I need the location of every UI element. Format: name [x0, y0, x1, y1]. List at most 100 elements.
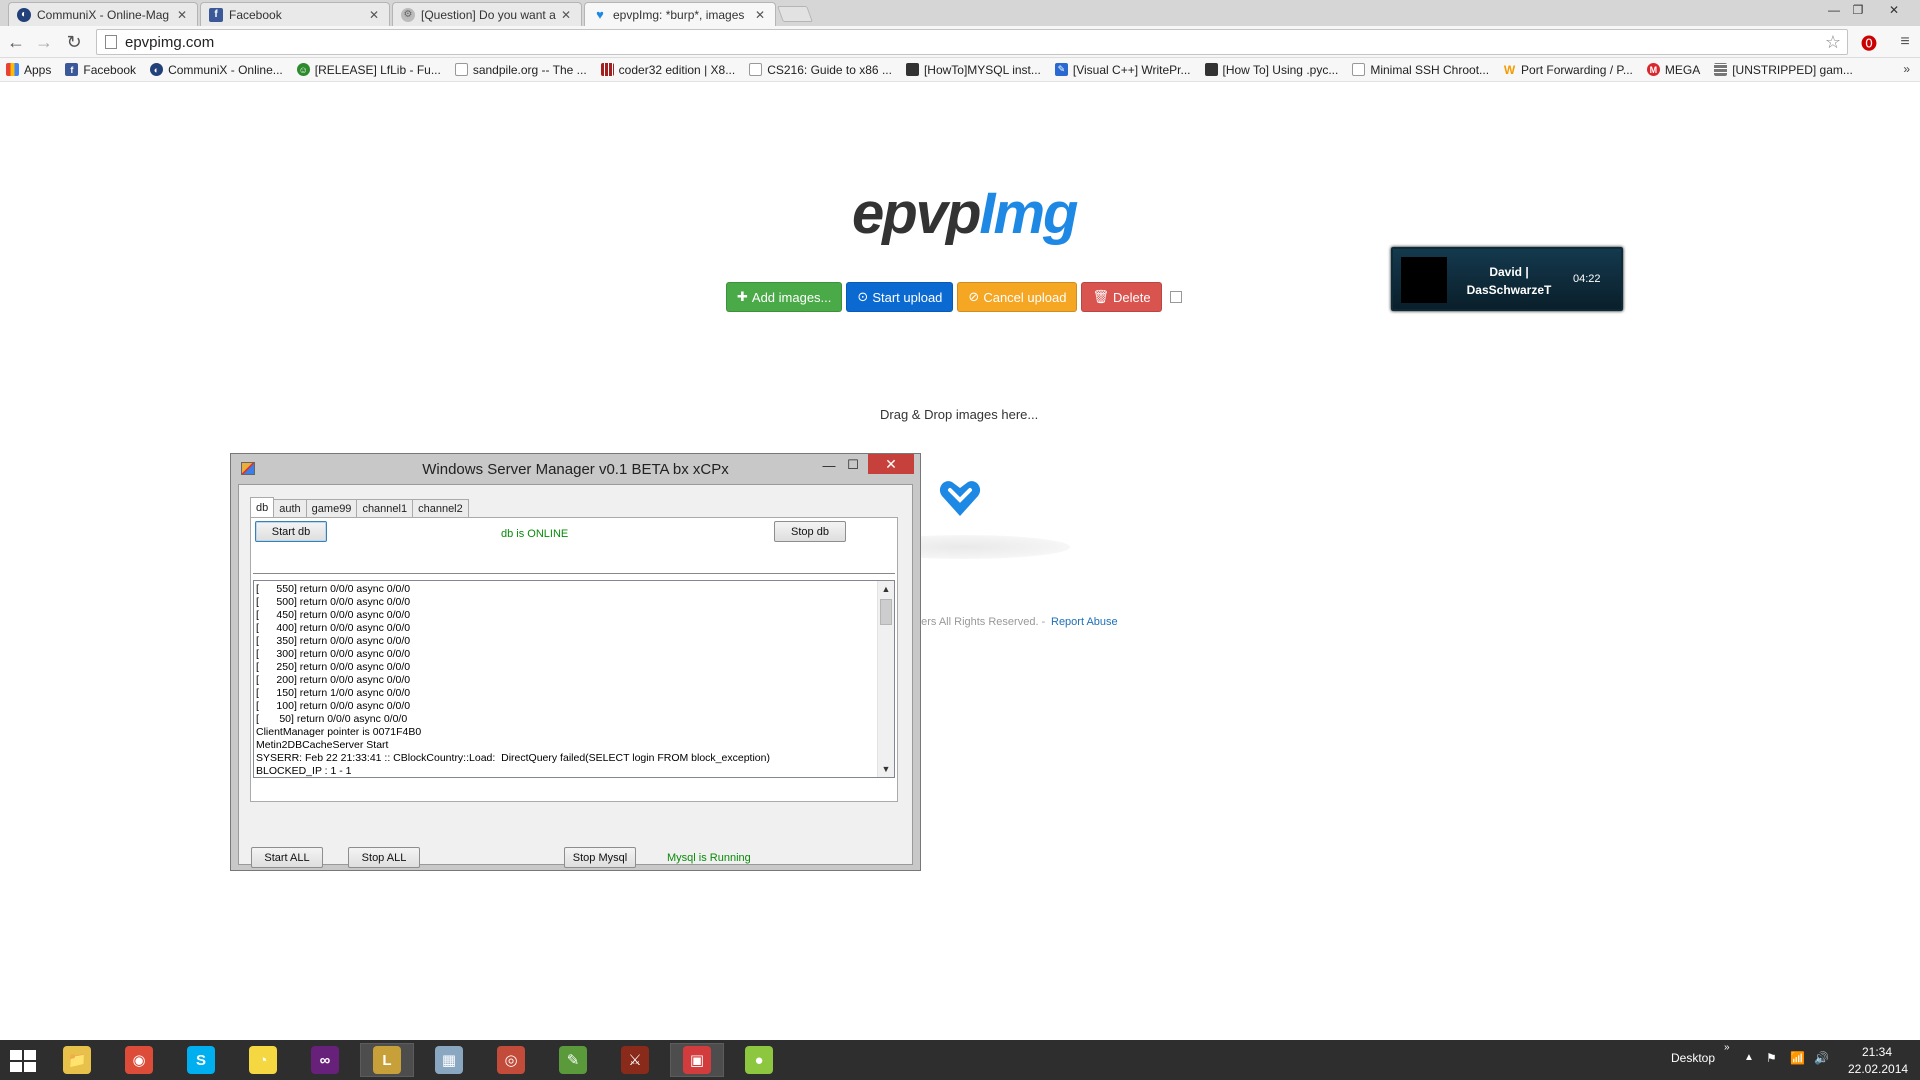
tab-db[interactable]: db [250, 497, 275, 517]
opera-extension-icon[interactable]: ⓿ [1858, 31, 1880, 53]
browser-tab-1[interactable]: ◐ CommuniX - Online-Mag ✕ [8, 2, 198, 26]
page-icon [749, 63, 763, 76]
bookmark-unstripped[interactable]: [UNSTRIPPED] gam... [1714, 63, 1853, 77]
taskbar-app-chrome[interactable]: ◉ [112, 1043, 166, 1077]
volume-icon[interactable]: 🔊 [1814, 1051, 1829, 1065]
taskbar-app-visual-studio[interactable]: ∞ [298, 1043, 352, 1077]
taskbar-app-file-explorer[interactable]: 📁 [50, 1043, 104, 1077]
taskbar-app-metin[interactable]: ⚔ [608, 1043, 662, 1077]
taskbar-app-media[interactable]: ▦ [422, 1043, 476, 1077]
start-db-button[interactable]: Start db [255, 521, 327, 542]
browser-tab-3[interactable]: ⚙ [Question] Do you want a ✕ [392, 2, 582, 26]
close-tab-icon[interactable]: ✕ [561, 8, 573, 22]
w-icon: W [1503, 62, 1516, 77]
taskbar-app-games[interactable]: ◎ [484, 1043, 538, 1077]
browser-tab-4-active[interactable]: ♥ epvpImg: *burp*, images ✕ [584, 2, 776, 26]
bookmark-pyc[interactable]: [How To] Using .pyc... [1204, 63, 1338, 77]
clock-time[interactable]: 21:34 [1862, 1045, 1892, 1059]
window-close-icon[interactable]: ✕ [868, 454, 914, 474]
close-tab-icon[interactable]: ✕ [177, 8, 189, 22]
bookmark-visualcpp[interactable]: ✎ [Visual C++] WritePr... [1054, 63, 1191, 77]
taskbar-app-league[interactable]: L [360, 1043, 414, 1077]
log-line: [ 500] return 0/0/0 async 0/0/0 [256, 596, 411, 608]
windows-start-icon[interactable] [10, 1050, 36, 1072]
select-all-checkbox[interactable] [1169, 291, 1182, 303]
scroll-down-arrow-icon[interactable]: ▼ [878, 761, 894, 777]
facebook-favicon-icon: f [209, 7, 223, 22]
bookmark-label: [RELEASE] LfLib - Fu... [314, 62, 441, 77]
close-tab-icon[interactable]: ✕ [369, 8, 381, 22]
bookmarks-overflow-chevron-icon[interactable]: » [1903, 62, 1910, 76]
window-maximize-icon[interactable]: ☐ [843, 456, 863, 474]
db-log-textbox[interactable]: [ 550] return 0/0/0 async 0/0/0[ 500] re… [253, 580, 895, 778]
bookmark-sandpile[interactable]: sandpile.org -- The ... [454, 63, 587, 77]
start-all-button[interactable]: Start ALL [251, 847, 323, 868]
bookmark-facebook[interactable]: f Facebook [65, 63, 136, 77]
scroll-up-arrow-icon[interactable]: ▲ [878, 581, 894, 597]
start-upload-button[interactable]: ⊙ Start upload [846, 282, 954, 312]
button-label: Start upload [872, 289, 943, 305]
add-images-button[interactable]: ✚ Add images... [726, 282, 843, 312]
tab-game99[interactable]: game99 [305, 499, 358, 517]
restore-icon[interactable]: ❐ [1844, 0, 1872, 20]
back-arrow-icon[interactable]: ← [4, 30, 28, 54]
clock-date[interactable]: 22.02.2014 [1848, 1062, 1908, 1076]
tab-channel1[interactable]: channel1 [356, 499, 414, 517]
tab-channel2[interactable]: channel2 [412, 499, 469, 517]
bookmark-coder32[interactable]: coder32 edition | X8... [600, 63, 735, 77]
stop-all-button[interactable]: Stop ALL [348, 847, 420, 868]
taskbar-app-joinme[interactable]: ● [732, 1043, 786, 1077]
taskbar-app-pacman[interactable]: ◔ [236, 1043, 290, 1077]
db-tab-panel: Start db db is ONLINE Stop db [ 550] ret… [250, 517, 898, 802]
close-tab-icon[interactable]: ✕ [755, 8, 767, 22]
file-explorer-icon: 📁 [63, 1046, 91, 1074]
reload-icon[interactable]: ↻ [62, 30, 86, 54]
server-tabs: db auth game99 channel1 channel2 [250, 497, 469, 517]
report-abuse-link[interactable]: Report Abuse [1051, 616, 1118, 628]
scroll-thumb[interactable] [880, 599, 892, 625]
bookmark-lflib[interactable]: ☺ [RELEASE] LfLib - Fu... [296, 62, 441, 77]
address-bar[interactable]: epvpimg.com ☆ [96, 29, 1848, 55]
bookmark-apps[interactable]: Apps [6, 63, 51, 77]
desktop-toolbar-label[interactable]: Desktop [1671, 1051, 1715, 1065]
db-status-label: db is ONLINE [501, 528, 569, 540]
stop-db-button[interactable]: Stop db [774, 521, 846, 542]
bookmarks-bar: Apps f Facebook ◐ CommuniX - Online... ☺ [R… [0, 58, 1920, 82]
log-line: Metin2DBCacheServer Start [256, 739, 389, 751]
browser-tab-2[interactable]: f Facebook ✕ [200, 2, 390, 26]
joinme-icon: ● [745, 1046, 773, 1074]
epvpimg-logo[interactable]: epvpImg [852, 180, 1079, 247]
taskbar-app-notepad[interactable]: ✎ [546, 1043, 600, 1077]
bookmark-portforward[interactable]: W Port Forwarding / P... [1503, 63, 1633, 77]
taskbar-app-skype[interactable]: S [174, 1043, 228, 1077]
bookmark-label: Apps [24, 62, 52, 77]
new-tab-button[interactable] [777, 6, 813, 22]
delete-button[interactable]: 🗑 Delete [1081, 282, 1162, 312]
log-line: SYSERR: Feb 22 21:33:41 :: CBlockCountry… [256, 752, 770, 764]
bookmark-cs216[interactable]: CS216: Guide to x86 ... [749, 63, 892, 77]
notification-name-line1: David | [1489, 265, 1529, 279]
steam-notification-popup[interactable]: David | DasSchwarzeT 04:22 [1391, 247, 1623, 311]
bookmark-ssh[interactable]: Minimal SSH Chroot... [1352, 63, 1489, 77]
tray-expand-icon[interactable]: ▲ [1744, 1052, 1754, 1063]
log-line: [ 300] return 0/0/0 async 0/0/0 [256, 648, 411, 660]
mega-icon: M [1646, 63, 1660, 76]
close-window-icon[interactable]: ✕ [1880, 0, 1908, 20]
cancel-upload-button[interactable]: ⊘ Cancel upload [957, 282, 1078, 312]
taskbar-app-server-manager[interactable]: ▣ [670, 1043, 724, 1077]
network-signal-icon[interactable]: 📶 [1790, 1051, 1805, 1065]
log-scrollbar[interactable]: ▲ ▼ [877, 581, 894, 777]
forward-arrow-icon[interactable]: → [32, 30, 56, 54]
bookmark-mega[interactable]: M MEGA [1646, 63, 1700, 77]
tab-auth[interactable]: auth [273, 499, 307, 517]
skype-icon: S [187, 1046, 215, 1074]
window-minimize-icon[interactable]: — [819, 456, 839, 474]
window-titlebar[interactable]: Windows Server Manager v0.1 BETA bx xCPx… [231, 454, 920, 484]
bookmark-star-icon[interactable]: ☆ [1825, 32, 1841, 53]
bookmark-communix[interactable]: ◐ CommuniX - Online... [150, 63, 283, 77]
menu-hamburger-icon[interactable]: ≡ [1894, 31, 1916, 53]
desktop-toolbar-chevron-icon[interactable]: » [1724, 1042, 1730, 1053]
action-center-flag-icon[interactable]: ⚑ [1766, 1051, 1777, 1065]
bookmark-mysql[interactable]: [HowTo]MYSQL inst... [905, 63, 1041, 77]
stop-mysql-button[interactable]: Stop Mysql [564, 847, 636, 868]
